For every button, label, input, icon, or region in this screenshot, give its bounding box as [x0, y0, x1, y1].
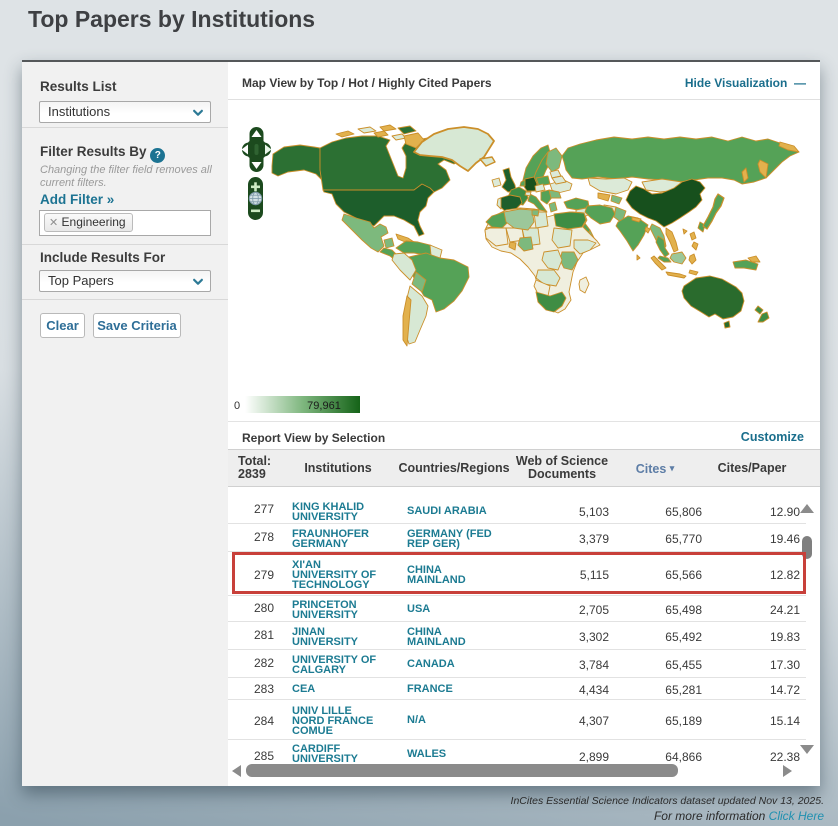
svg-text:79,961: 79,961: [307, 400, 341, 412]
svg-text:0: 0: [234, 400, 240, 412]
